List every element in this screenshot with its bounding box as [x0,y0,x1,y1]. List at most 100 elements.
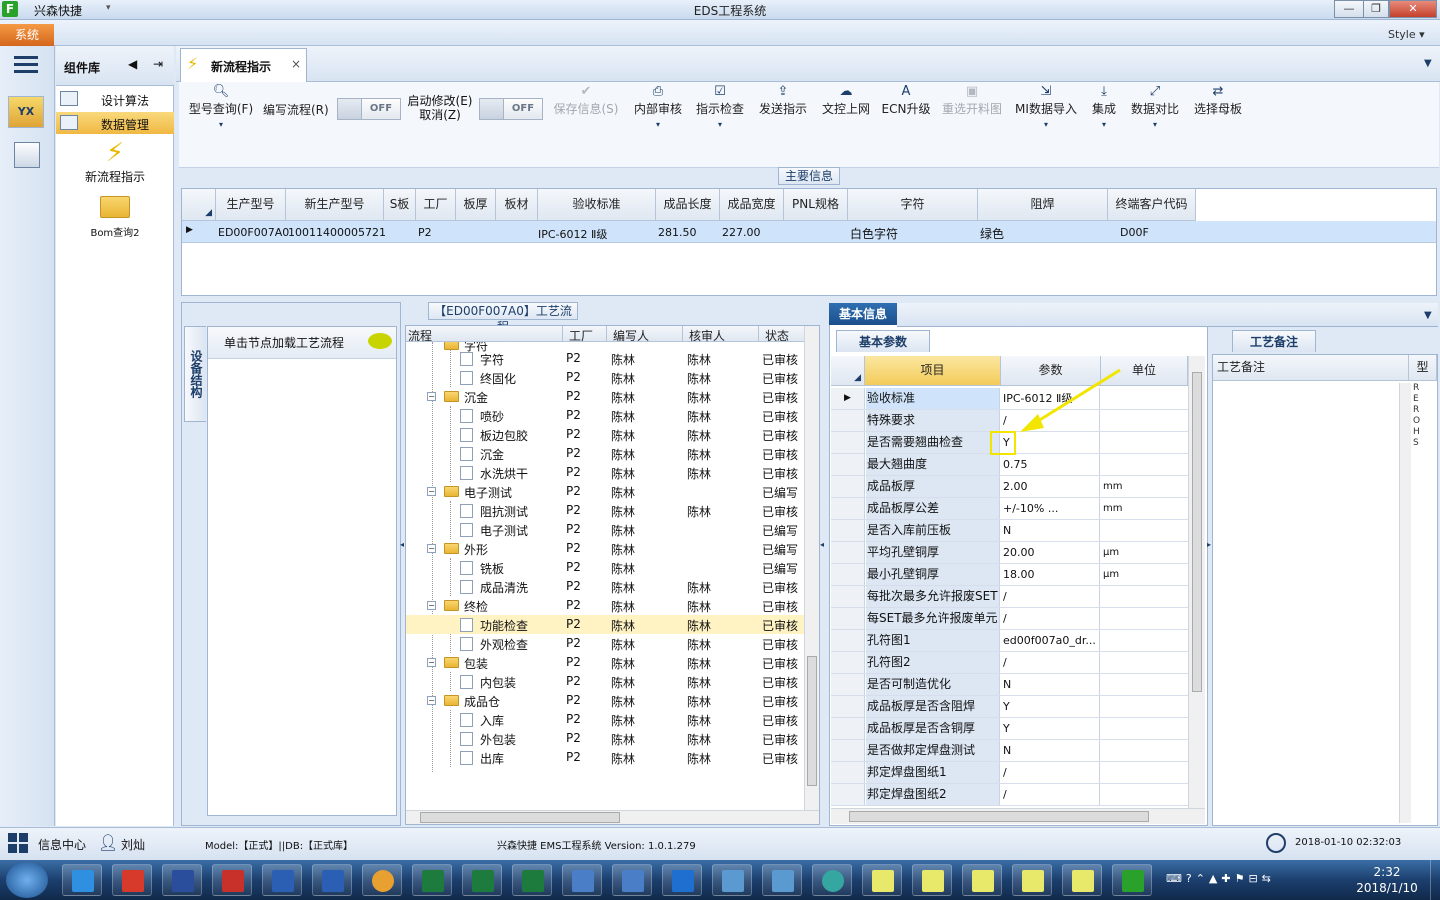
eds-app-icon[interactable] [1112,864,1152,896]
pdf-reader-icon[interactable] [212,864,252,896]
column-header[interactable]: 核审人 [682,326,725,343]
tree-row[interactable]: − 包装 P2 陈林 陈林 已审核 [406,653,804,672]
publish-online-button[interactable]: ☁ 文控上网 [818,84,874,144]
scrollbar-thumb[interactable] [420,812,620,823]
excel-spreadsheet-icon[interactable] [412,864,452,896]
nav-item-data-management[interactable]: 数据管理 [56,112,174,134]
table-row[interactable]: 成品板厚是否含铜厚 Y [831,718,1188,740]
tab-basic-params[interactable]: 基本参数 [836,330,930,352]
tree-vertical-scrollbar[interactable] [804,326,819,810]
column-header[interactable]: 阻焊 [978,189,1108,221]
style-menu[interactable]: Style ▾ [1388,28,1425,41]
tree-row[interactable]: 喷砂 P2 陈林 陈林 已审核 [406,406,804,425]
tab-process-notes[interactable]: 工艺备注 [1232,330,1316,352]
tree-row-selected[interactable]: 功能检查 P2 陈林 陈林 已审核 [406,615,804,634]
word-document-icon[interactable] [262,864,302,896]
table-row[interactable]: 每SET最多允许报废单元 / [831,608,1188,630]
column-header[interactable]: S板 [384,189,416,221]
column-header[interactable]: 成品长度 [656,189,720,221]
tree-row[interactable]: 沉金 P2 陈林 陈林 已审核 [406,444,804,463]
system-menu-button[interactable]: 系统 [0,24,54,46]
table-row[interactable]: 成品板厚 2.00 mm [831,476,1188,498]
system-tray-icons[interactable]: ⌨?⌃▲✚⚑⊟⇆ [1166,872,1275,885]
table-row[interactable]: 是否做邦定焊盘测试 N [831,740,1188,762]
table-row[interactable]: 成品板厚是否含阻焊 Y [831,696,1188,718]
pin-icon[interactable]: ⇥ [153,57,163,71]
tree-row[interactable]: 字符 P2 陈林 陈林 已审核 [406,349,804,368]
table-row[interactable]: 最大翘曲度 0.75 [831,454,1188,476]
instruction-check-button[interactable]: ☑ 指示检查 ▾ [692,84,748,144]
word-document-icon[interactable] [312,864,352,896]
maximize-button[interactable]: ❐ [1363,0,1389,18]
scrollbar-thumb[interactable] [807,656,817,786]
column-header[interactable]: 成品宽度 [720,189,784,221]
mi-data-import-button[interactable]: ⇲ MI数据导入 ▾ [1012,84,1080,144]
tree-row[interactable]: 阻抗测试 P2 陈林 陈林 已审核 [406,501,804,520]
column-header[interactable]: 终端客户代码 [1108,189,1196,221]
scrollbar-thumb[interactable] [1192,372,1202,692]
table-row[interactable]: ▶ ED00F007A0 10011400005721 P2 IPC-6012 … [182,221,1436,243]
table-row[interactable]: 孔符图2/ [831,652,1188,674]
params-vertical-scrollbar[interactable] [1188,356,1205,808]
tree-row[interactable]: − 电子测试 P2 陈林 已编写 [406,482,804,501]
picture-viewer-icon[interactable] [712,864,752,896]
column-header[interactable]: 状态 [758,326,789,343]
tree-row[interactable]: 外观检查 P2 陈林 陈林 已审核 [406,634,804,653]
excel-window-icon[interactable] [1062,864,1102,896]
column-header[interactable]: 新生产型号 [286,189,384,221]
table-row[interactable]: 成品板厚公差 +/-10% ... mm [831,498,1188,520]
excel-spreadsheet-icon[interactable] [512,864,552,896]
integrate-button[interactable]: ⤓ 集成 ▾ [1086,84,1122,144]
tree-row[interactable]: − 终检 P2 陈林 陈林 已审核 [406,596,804,615]
splitter-grip-icon[interactable]: ▸ [1207,540,1211,549]
table-row[interactable]: 邦定焊盘图纸2/ [831,784,1188,806]
tree-row[interactable]: 入库 P2 陈林 陈林 已审核 [406,710,804,729]
column-header[interactable]: 工艺备注 [1213,355,1409,381]
windows-grid-icon[interactable] [8,833,28,853]
close-window-button[interactable]: ✕ [1389,0,1437,18]
column-header[interactable]: 工厂 [562,326,593,343]
excel-window-icon[interactable] [1012,864,1052,896]
model-query-button[interactable]: 🔍︎ 型号查询(F) ▾ [186,84,256,144]
taskbar-clock[interactable]: 2:32 2018/1/10 [1354,864,1420,896]
table-row[interactable]: 孔符图1 ed00f007a0_dr... [831,630,1188,652]
ie-browser-icon[interactable] [62,864,102,896]
tree-row[interactable]: 成品清洗 P2 陈林 陈林 已审核 [406,577,804,596]
tab-equipment-structure[interactable]: 设备结构 [184,326,206,422]
tree-row[interactable]: − 沉金 P2 陈林 陈林 已审核 [406,387,804,406]
picture-viewer-icon[interactable] [762,864,802,896]
excel-window-icon[interactable] [862,864,902,896]
write-process-toggle[interactable]: OFF [337,98,401,120]
table-row[interactable]: 邦定焊盘图纸1/ [831,762,1188,784]
splitter-grip-icon[interactable]: ◂ [820,540,824,549]
excel-spreadsheet-icon[interactable] [462,864,502,896]
tree-horizontal-scrollbar[interactable] [406,810,819,824]
scrollbar-thumb[interactable] [849,811,1149,822]
table-row[interactable]: 特殊要求 / [831,410,1188,432]
excel-window-icon[interactable] [962,864,1002,896]
table-row[interactable]: 最小孔壁铜厚 18.00 μm [831,564,1188,586]
column-header[interactable]: 工厂 [416,189,456,221]
tab-new-process-instruction[interactable]: ⚡ 新流程指示 × [180,48,307,82]
tree-row[interactable]: 水洗烘干 P2 陈林 陈林 已审核 [406,463,804,482]
column-header[interactable]: 板厚 [456,189,496,221]
eye-app-icon[interactable] [812,864,852,896]
table-row[interactable]: 每批次最多允许报废SET / [831,586,1188,608]
hamburger-menu-icon[interactable] [14,56,38,74]
tree-row[interactable]: 外包装 P2 陈林 陈林 已审核 [406,729,804,748]
quick-access-icon[interactable]: ▾ [106,3,111,13]
send-instruction-button[interactable]: ⇪ 发送指示 [755,84,811,144]
column-header[interactable]: 验收标准 [538,189,656,221]
column-header[interactable]: 编写人 [606,326,649,343]
splitter-grip-icon[interactable]: ◂ [400,540,404,549]
text-editor-icon[interactable] [562,864,602,896]
tree-row[interactable]: − 成品仓 P2 陈林 陈林 已审核 [406,691,804,710]
minimize-button[interactable]: — [1334,0,1364,18]
tree-row[interactable]: 板边包胶 P2 陈林 陈林 已审核 [406,425,804,444]
app-red-icon[interactable] [112,864,152,896]
start-modify-toggle[interactable]: OFF [479,98,543,120]
notes-scrollbar[interactable] [1399,383,1411,823]
tab-list-dropdown-icon[interactable]: ▼ [1424,58,1432,69]
select-motherboard-button[interactable]: ⇄ 选择母板 [1190,84,1246,144]
data-compare-button[interactable]: ⤢ 数据对比 ▾ [1127,84,1183,144]
